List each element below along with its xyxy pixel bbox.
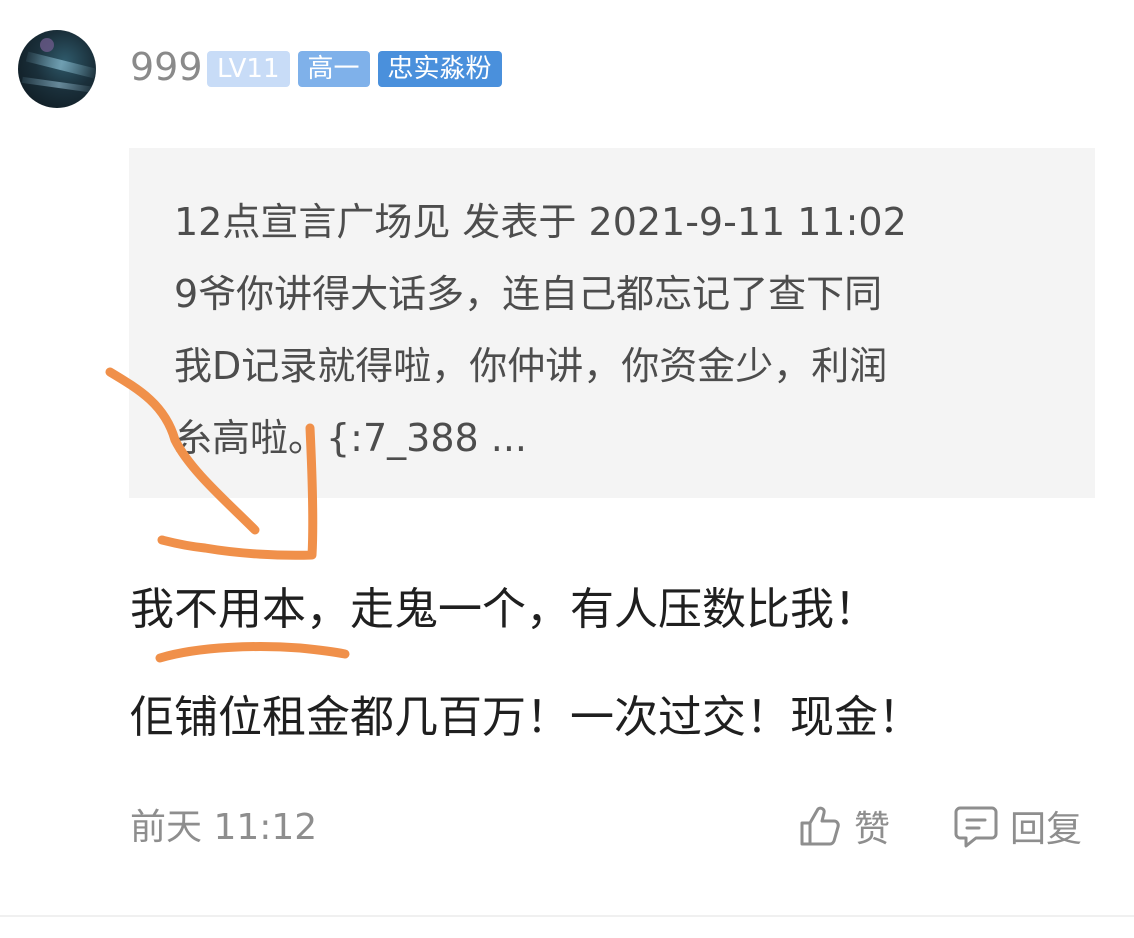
quote-line: 12点宣言广场见 发表于 2021-9-11 11:02	[174, 200, 907, 244]
comment-icon	[954, 806, 998, 848]
user-badges: LV11 高一 忠实淼粉	[207, 51, 502, 87]
comment-line: 我不用本，走鬼一个，有人压数比我！	[130, 584, 878, 635]
fan-badge: 忠实淼粉	[377, 51, 502, 87]
reply-label: 回复	[1010, 809, 1083, 850]
comment-line: 佢铺位租金都几百万！一次过交！现金！	[130, 692, 922, 743]
like-label: 赞	[854, 809, 891, 850]
quoted-reply[interactable]: 12点宣言广场见 发表于 2021-9-11 11:02 9爷你讲得大话多，连自…	[129, 148, 1095, 498]
avatar-decoration	[40, 38, 54, 52]
reply-button[interactable]: 回复	[952, 800, 1082, 852]
username[interactable]: 999	[130, 44, 203, 90]
comment-card: 999 LV11 高一 忠实淼粉 12点宣言广场见 发表于 2021-9-11 …	[0, 0, 1134, 938]
quote-line: 9爷你讲得大话多，连自己都忘记了查下同	[174, 272, 883, 316]
level-badge: LV11	[207, 51, 290, 87]
quote-line: 我D记录就得啦，你仲讲，你资金少，利润	[174, 344, 888, 388]
quote-line: 糸高啦。{:7_388 ...	[174, 416, 528, 460]
comment-body: 我不用本，走鬼一个，有人压数比我！ 佢铺位租金都几百万！一次过交！现金！	[130, 556, 1090, 772]
grade-badge: 高一	[297, 51, 370, 87]
comment-footer: 前天 11:12 赞 回复	[130, 800, 1100, 856]
divider	[0, 915, 1134, 917]
avatar-decoration	[21, 76, 96, 94]
avatar[interactable]	[18, 30, 96, 108]
post-time: 前天 11:12	[130, 807, 318, 848]
thumbs-up-icon	[800, 806, 840, 846]
quoted-reply-text: 12点宣言广场见 发表于 2021-9-11 11:02 9爷你讲得大话多，连自…	[174, 186, 1054, 474]
avatar-decoration	[25, 51, 96, 79]
like-button[interactable]: 赞	[796, 800, 890, 852]
